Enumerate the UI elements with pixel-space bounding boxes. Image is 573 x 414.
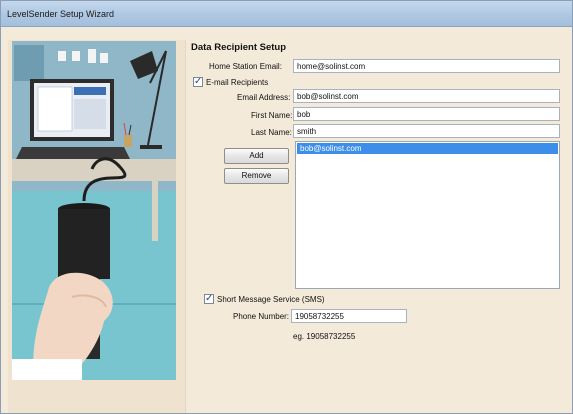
illustration-image [12, 41, 176, 380]
section-title: Data Recipient Setup [191, 42, 287, 53]
home-station-email-label: Home Station Email: [209, 62, 282, 71]
setup-wizard-window: LevelSender Setup Wizard Data Recipient … [0, 0, 573, 414]
email-address-input[interactable]: bob@solinst.com [293, 89, 560, 103]
first-name-input[interactable]: bob [293, 107, 560, 121]
add-button[interactable]: Add [224, 148, 289, 164]
last-name-input[interactable]: smith [293, 124, 560, 138]
phone-number-hint: eg. 19058732255 [293, 332, 356, 341]
phone-number-input[interactable]: 19058732255 [291, 309, 407, 323]
levelsender-illustration [12, 41, 176, 380]
list-item[interactable]: bob@solinst.com [297, 143, 558, 154]
check-icon: ✓ [205, 293, 214, 304]
first-name-label: First Name: [251, 111, 293, 120]
email-recipients-label: E-mail Recipients [206, 78, 269, 87]
sms-checkbox[interactable]: ✓ [204, 293, 214, 304]
email-recipients-checkbox[interactable]: ✓ [193, 76, 203, 87]
title-bar[interactable]: LevelSender Setup Wizard [1, 1, 572, 27]
remove-button[interactable]: Remove [224, 168, 289, 184]
phone-number-label: Phone Number: [233, 312, 290, 321]
check-icon: ✓ [194, 76, 203, 87]
last-name-label: Last Name: [251, 128, 292, 137]
sms-label: Short Message Service (SMS) [217, 295, 325, 304]
window-title: LevelSender Setup Wizard [7, 9, 115, 19]
email-address-label: Email Address: [237, 93, 291, 102]
recipient-list[interactable]: bob@solinst.com [295, 141, 560, 289]
home-station-email-input[interactable]: home@solinst.com [293, 59, 560, 73]
